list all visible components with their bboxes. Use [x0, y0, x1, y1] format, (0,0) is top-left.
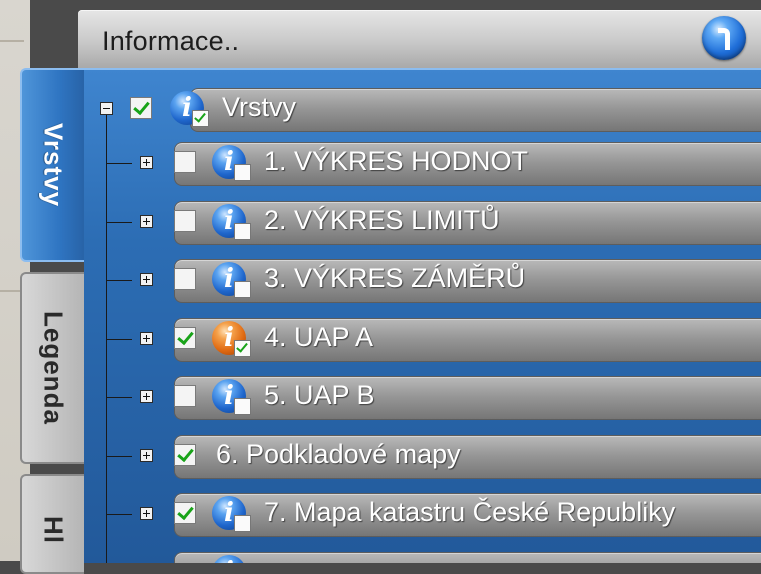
- row-background: [174, 376, 761, 420]
- expand-icon[interactable]: [140, 273, 153, 286]
- layer-checkbox[interactable]: [174, 210, 196, 232]
- tree-item-row[interactable]: i 7. Mapa katastru České Republiky: [84, 489, 761, 539]
- layer-checkbox[interactable]: [174, 268, 196, 290]
- expand-icon[interactable]: [140, 215, 153, 228]
- tree-connector-line: [106, 222, 132, 223]
- layer-checkbox[interactable]: [174, 327, 196, 349]
- tree-item-row[interactable]: i 3. VÝKRES ZÁMĚRŮ: [84, 255, 761, 305]
- layer-checkbox[interactable]: [174, 444, 196, 466]
- tree-item-row[interactable]: 6. Podkladové mapy: [84, 431, 761, 481]
- root-checkbox[interactable]: [130, 97, 152, 119]
- tree-connector-line: [106, 397, 132, 398]
- tree-item-row[interactable]: i 4. UAP A: [84, 314, 761, 364]
- info-blue-icon[interactable]: i: [212, 262, 252, 300]
- tree-item-row[interactable]: i 5. UAP B: [84, 372, 761, 422]
- layer-checkbox[interactable]: [174, 151, 196, 173]
- tree-connector-line: [106, 280, 132, 281]
- tree-item-row[interactable]: i 1. VÝKRES HODNOT: [84, 138, 761, 188]
- info-blue-icon[interactable]: i: [212, 145, 252, 183]
- layer-tree-panel: i Vrstvy i 1. VÝKRES HODNOT i 2. VÝKRES …: [84, 68, 761, 563]
- row-background: [174, 318, 761, 362]
- tree-connector-line: [106, 514, 132, 515]
- tab-vrstvy[interactable]: Vrstvy: [20, 68, 84, 262]
- layer-label: 4. UAP A: [264, 322, 374, 352]
- layer-label: 1. VÝKRES HODNOT: [264, 146, 529, 176]
- tab-legenda[interactable]: Legenda: [20, 272, 84, 464]
- panel-title: Informace..: [102, 26, 240, 56]
- root-label: Vrstvy: [222, 92, 296, 122]
- tab-label: Legenda: [38, 311, 69, 425]
- expand-icon[interactable]: [140, 507, 153, 520]
- info-blue-icon[interactable]: i: [212, 555, 252, 563]
- tree-root-row[interactable]: i Vrstvy: [84, 84, 761, 134]
- layer-label: 7. Mapa katastru České Republiky: [264, 497, 676, 527]
- layer-label: 6. Podkladové mapy: [216, 439, 461, 469]
- info-button[interactable]: [702, 16, 746, 60]
- info-icon: [718, 28, 730, 50]
- tree-connector-line: [106, 163, 132, 164]
- tab-hl[interactable]: Hl: [20, 474, 84, 574]
- info-orange-icon[interactable]: i: [212, 321, 252, 359]
- info-panel-header: Informace..: [78, 10, 761, 68]
- map-road-line: [0, 40, 24, 42]
- layer-label: 3. VÝKRES ZÁMĚRŮ: [264, 263, 526, 293]
- tree-connector-line: [106, 456, 132, 457]
- expand-icon[interactable]: [140, 449, 153, 462]
- info-blue-icon[interactable]: i: [212, 379, 252, 417]
- layer-checkbox[interactable]: [174, 385, 196, 407]
- layer-label: 2. VÝKRES LIMITŮ: [264, 205, 500, 235]
- tab-label: Hl: [38, 516, 69, 544]
- expand-icon[interactable]: [140, 156, 153, 169]
- info-blue-icon[interactable]: i: [212, 496, 252, 534]
- info-blue-icon[interactable]: i: [170, 91, 210, 129]
- layer-label: 5. UAP B: [264, 380, 375, 410]
- layer-checkbox[interactable]: [174, 502, 196, 524]
- collapse-icon[interactable]: [100, 102, 113, 115]
- tree-connector-line: [106, 339, 132, 340]
- row-background: [174, 552, 761, 563]
- expand-icon[interactable]: [140, 332, 153, 345]
- tree-item-row[interactable]: i 2. VÝKRES LIMITŮ: [84, 197, 761, 247]
- expand-icon[interactable]: [140, 390, 153, 403]
- tab-label: Vrstvy: [38, 122, 69, 208]
- info-blue-icon[interactable]: i: [212, 204, 252, 242]
